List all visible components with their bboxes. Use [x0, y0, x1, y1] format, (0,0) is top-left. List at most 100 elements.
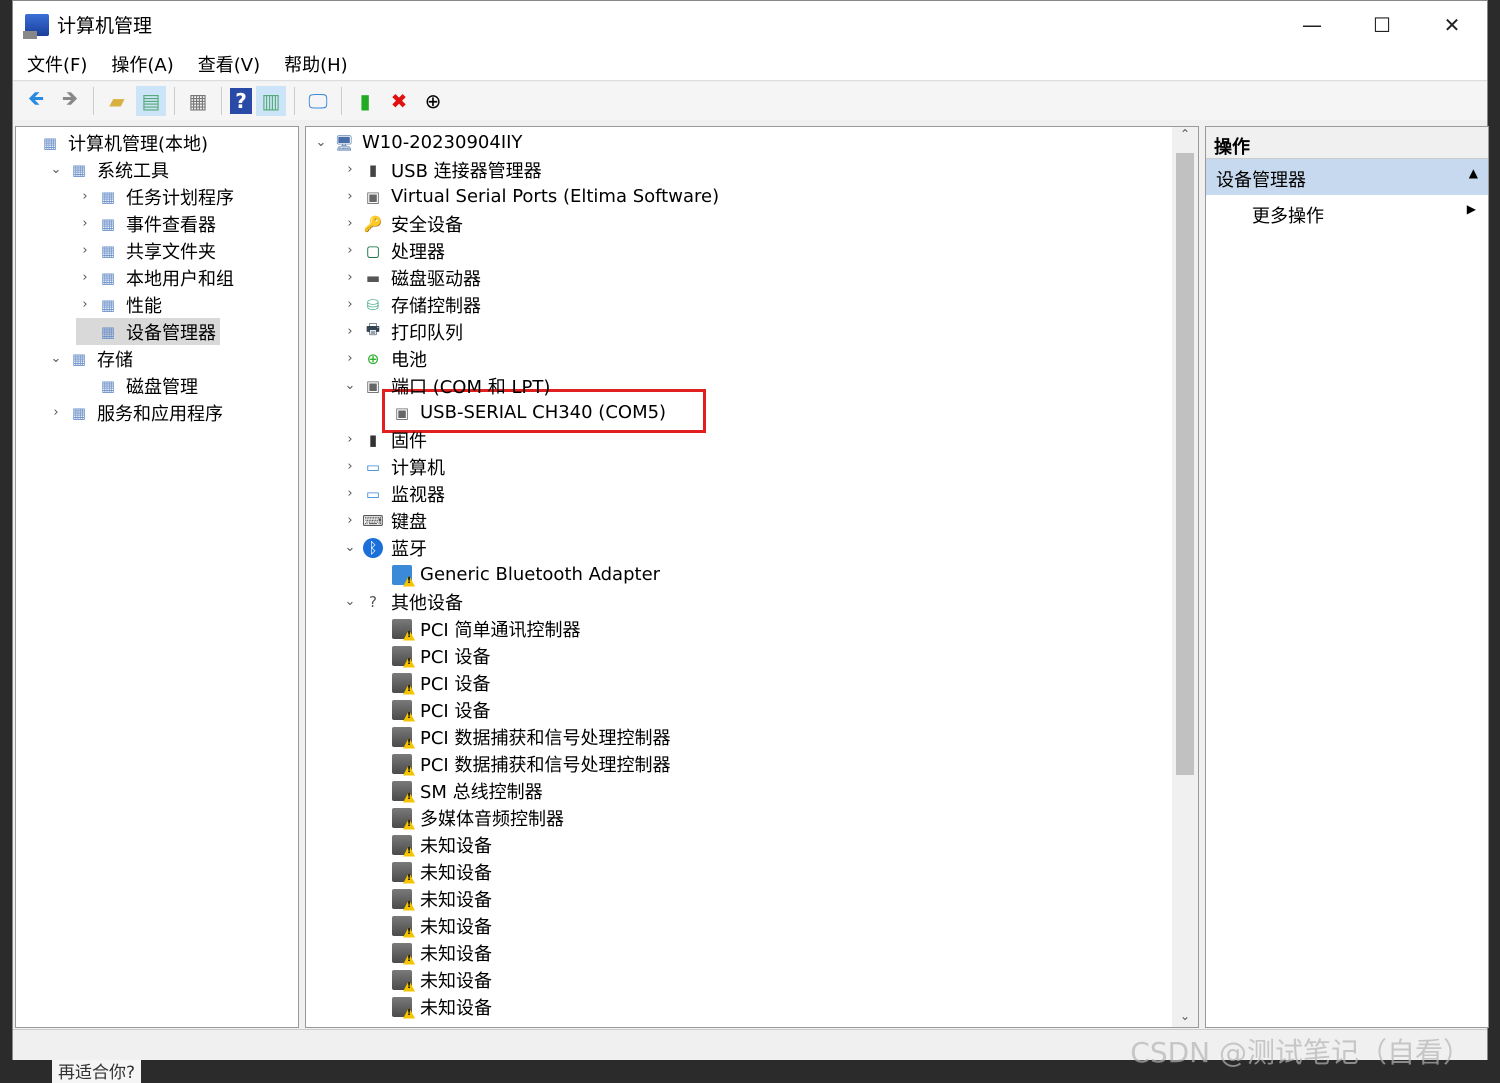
device-tree-item[interactable]: ⌄ ᛒ 蓝牙	[341, 534, 427, 561]
up-folder-icon[interactable]: ▰	[102, 86, 132, 116]
chevron-down-icon[interactable]: ⌄	[341, 378, 359, 393]
device-tree-item[interactable]: PCI 数据捕获和信号处理控制器	[370, 750, 670, 777]
left-tree-item[interactable]: › ▦ 性能	[76, 291, 162, 318]
chevron-right-icon[interactable]: ›	[76, 189, 94, 204]
scrollbar-thumb[interactable]	[1176, 153, 1194, 775]
chevron-right-icon[interactable]: ›	[76, 297, 94, 312]
device-tree-item[interactable]: 未知设备	[370, 885, 492, 912]
left-tree-item[interactable]: ▦ 设备管理器	[76, 318, 220, 345]
menu-view[interactable]: 查看(V)	[198, 51, 260, 77]
device-tree-item[interactable]: PCI 设备	[370, 669, 490, 696]
chevron-right-icon[interactable]: ›	[341, 459, 359, 474]
device-tree-item[interactable]: › 🖶 打印队列	[341, 318, 463, 345]
device-tree-item[interactable]: 未知设备	[370, 831, 492, 858]
left-tree-item[interactable]: ⌄ ▦ 存储	[47, 345, 133, 372]
update-driver-icon[interactable]: ▮	[350, 86, 380, 116]
collapse-icon[interactable]: ▲	[1469, 166, 1478, 188]
left-tree-item[interactable]: › ▦ 任务计划程序	[76, 183, 234, 210]
show-hide-tree-icon[interactable]: ▤	[136, 86, 166, 116]
device-tree-item[interactable]: 未知设备	[370, 993, 492, 1020]
device-tree-item[interactable]: › ▢ 处理器	[341, 237, 445, 264]
window-title: 计算机管理	[57, 15, 153, 37]
chevron-right-icon[interactable]: ›	[76, 216, 94, 231]
device-tree-item[interactable]: › ▭ 计算机	[341, 453, 445, 480]
device-tree-item[interactable]: ▣ USB-SERIAL CH340 (COM5)	[370, 399, 666, 426]
device-tree-item[interactable]: 未知设备	[370, 966, 492, 993]
device-tree-item[interactable]: 未知设备	[370, 939, 492, 966]
scan-hardware-icon[interactable]: 🖵	[303, 86, 333, 116]
more-actions-item[interactable]: 更多操作 ▶	[1206, 195, 1488, 231]
menu-help[interactable]: 帮助(H)	[284, 51, 348, 77]
device-tree-item[interactable]: 未知设备	[370, 858, 492, 885]
device-tree-item[interactable]: › 🔑 安全设备	[341, 210, 463, 237]
device-tree-item[interactable]: Generic Bluetooth Adapter	[370, 561, 660, 588]
forward-icon[interactable]: 🡺	[55, 86, 85, 116]
device-tree-item[interactable]: PCI 设备	[370, 642, 490, 669]
chevron-right-icon[interactable]: ›	[341, 324, 359, 339]
left-tree-item[interactable]: › ▦ 事件查看器	[76, 210, 216, 237]
chevron-down-icon[interactable]: ⌄	[341, 594, 359, 609]
chevron-right-icon[interactable]: ›	[341, 351, 359, 366]
chevron-down-icon[interactable]: ⌄	[47, 162, 65, 177]
device-tree-item[interactable]: ⌄ 🖥 W10-20230904IIY	[312, 129, 523, 156]
left-tree-item[interactable]: › ▦ 本地用户和组	[76, 264, 234, 291]
background-text: 再适合你?	[52, 1058, 142, 1083]
properties-icon[interactable]: ▦	[183, 86, 213, 116]
chevron-right-icon[interactable]: ›	[341, 243, 359, 258]
left-tree-item[interactable]: ▦ 计算机管理(本地)	[18, 129, 208, 156]
device-tree-item[interactable]: ⌄ ▣ 端口 (COM 和 LPT)	[341, 372, 551, 399]
back-icon[interactable]: 🡸	[21, 86, 51, 116]
left-tree-item[interactable]: ▦ 磁盘管理	[76, 372, 198, 399]
scroll-up-icon[interactable]: ⌃	[1172, 127, 1198, 141]
device-tree-item[interactable]: › ▣ Virtual Serial Ports (Eltima Software)	[341, 183, 719, 210]
chevron-right-icon[interactable]: ›	[341, 162, 359, 177]
chevron-down-icon[interactable]: ⌄	[312, 135, 330, 150]
left-tree-item[interactable]: › ▦ 服务和应用程序	[47, 399, 223, 426]
device-tree-item[interactable]: 未知设备	[370, 912, 492, 939]
menu-action[interactable]: 操作(A)	[111, 51, 173, 77]
chevron-right-icon[interactable]: ›	[341, 486, 359, 501]
device-tree-item[interactable]: PCI 数据捕获和信号处理控制器	[370, 723, 670, 750]
chevron-down-icon[interactable]: ⌄	[47, 351, 65, 366]
close-button[interactable]: ✕	[1417, 1, 1487, 48]
actions-section-device-manager[interactable]: 设备管理器 ▲	[1206, 159, 1488, 195]
maximize-button[interactable]: ☐	[1347, 1, 1417, 48]
device-tree-item[interactable]: 多媒体音频控制器	[370, 804, 564, 831]
disable-icon[interactable]: ⊕	[418, 86, 448, 116]
vertical-scrollbar[interactable]: ⌃ ⌄	[1172, 127, 1198, 1027]
left-tree-item[interactable]: ⌄ ▦ 系统工具	[47, 156, 169, 183]
separator	[174, 87, 175, 115]
uninstall-icon[interactable]: ✖	[384, 86, 414, 116]
chevron-right-icon[interactable]: ›	[341, 270, 359, 285]
chevron-down-icon[interactable]: ⌄	[341, 540, 359, 555]
device-tree-item[interactable]: › ⊕ 电池	[341, 345, 427, 372]
device-tree-item[interactable]: › ▬ 磁盘驱动器	[341, 264, 481, 291]
menu-file[interactable]: 文件(F)	[27, 51, 87, 77]
device-tree-item[interactable]: › ⌨ 键盘	[341, 507, 427, 534]
device-tree-item[interactable]: › ▭ 监视器	[341, 480, 445, 507]
device-tree-item[interactable]: SM 总线控制器	[370, 777, 543, 804]
device-tree-item[interactable]: PCI 简单通讯控制器	[370, 615, 580, 642]
minimize-button[interactable]: —	[1277, 1, 1347, 48]
help-icon[interactable]: ?	[230, 88, 252, 114]
left-tree-item[interactable]: › ▦ 共享文件夹	[76, 237, 216, 264]
chevron-right-icon[interactable]: ›	[76, 270, 94, 285]
chevron-right-icon[interactable]: ›	[341, 297, 359, 312]
watermark: CSDN @测试笔记（自看）	[1130, 1036, 1471, 1069]
chevron-right-icon[interactable]: ›	[341, 216, 359, 231]
device-tree-item[interactable]: › ▮ 固件	[341, 426, 427, 453]
chevron-right-icon[interactable]: ›	[341, 513, 359, 528]
item-label: PCI 设备	[420, 646, 491, 668]
chevron-right-icon[interactable]: ›	[47, 405, 65, 420]
chevron-right-icon[interactable]: ›	[341, 189, 359, 204]
show-hide-action-icon[interactable]: ▥	[256, 86, 286, 116]
chevron-right-icon[interactable]: ›	[341, 432, 359, 447]
scroll-down-icon[interactable]: ⌄	[1172, 1009, 1198, 1023]
device-tree-item[interactable]: PCI 设备	[370, 696, 490, 723]
item-label: 服务和应用程序	[97, 403, 223, 425]
device-tree-item[interactable]: ⌄? 其他设备	[341, 588, 463, 615]
chevron-right-icon[interactable]: ›	[76, 243, 94, 258]
item-label: SM 总线控制器	[420, 781, 543, 803]
device-tree-item[interactable]: › ⛁ 存储控制器	[341, 291, 481, 318]
device-tree-item[interactable]: › ▮ USB 连接器管理器	[341, 156, 541, 183]
